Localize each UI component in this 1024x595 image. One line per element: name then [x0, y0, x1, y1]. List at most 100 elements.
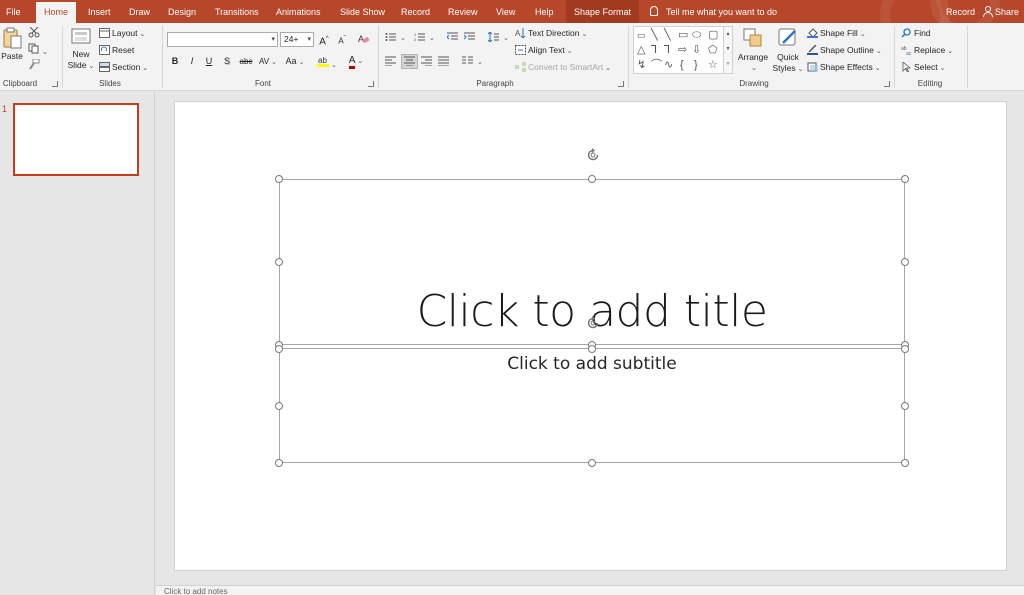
resize-handle[interactable] [901, 175, 909, 183]
record-button[interactable]: Record [946, 0, 975, 23]
numbering-button[interactable]: 1 2 ⌄ [414, 32, 435, 44]
tab-animations[interactable]: Animations [276, 0, 321, 23]
replace-button[interactable]: ab ac Replace ⌄ [901, 45, 953, 57]
align-text-button[interactable]: Align Text ⌄ [515, 45, 573, 57]
down-arrow-shape-icon[interactable]: ⇩ [692, 44, 701, 56]
tab-review[interactable]: Review [448, 0, 478, 23]
shape-effects-button[interactable]: Shape Effects ⌄ [807, 62, 881, 74]
resize-handle[interactable] [588, 175, 596, 183]
resize-handle[interactable] [588, 459, 596, 467]
resize-handle[interactable] [901, 258, 909, 266]
slide-canvas[interactable]: Click to add title Click to add subtitle [174, 101, 1007, 571]
paragraph-launcher-icon[interactable] [618, 81, 624, 87]
tell-me-search[interactable]: Tell me what you want to do [650, 0, 777, 23]
drawing-launcher-icon[interactable] [884, 81, 890, 87]
justify-button[interactable] [438, 56, 451, 67]
italic-button[interactable]: I [186, 55, 198, 68]
slide-thumbnail[interactable] [13, 103, 139, 176]
rotate-handle-icon[interactable] [585, 147, 601, 163]
right-brace-shape-icon[interactable]: } [694, 59, 698, 71]
increase-indent-button[interactable] [464, 32, 477, 43]
tab-record[interactable]: Record [401, 0, 430, 23]
share-button[interactable]: Share [983, 0, 1019, 23]
star-shape-icon[interactable]: ☆ [708, 59, 718, 71]
strikethrough-button[interactable]: abc [237, 55, 255, 68]
freeform-shape-icon[interactable]: ↯ [637, 59, 646, 71]
elbow-arrow-shape-icon[interactable]: ⅂ [664, 44, 670, 56]
align-right-button[interactable] [421, 56, 434, 67]
clipboard-launcher-icon[interactable] [52, 81, 58, 87]
resize-handle[interactable] [275, 402, 283, 410]
tab-view[interactable]: View [496, 0, 515, 23]
shape-outline-button[interactable]: Shape Outline ⌄ [807, 45, 882, 57]
line-spacing-button[interactable]: ⌄ [488, 32, 509, 44]
resize-handle[interactable] [901, 459, 909, 467]
decrease-indent-button[interactable] [447, 32, 460, 43]
tab-slide-show[interactable]: Slide Show [340, 0, 385, 23]
arrange-button[interactable]: Arrange ⌄ [737, 27, 769, 74]
tab-file[interactable]: File [6, 0, 21, 23]
oval-shape-icon[interactable]: ⬭ [692, 29, 701, 41]
resize-handle[interactable] [588, 345, 596, 353]
paste-button[interactable]: Paste [1, 27, 23, 62]
bullets-button[interactable]: ⌄ [385, 32, 406, 44]
resize-handle[interactable] [901, 345, 909, 353]
shrink-font-button[interactable]: Aˇ [336, 33, 348, 46]
shapes-gallery[interactable]: ▭ ╲ ╲ ▭ ⬭ ▢ △ ⅂ ⅂ ⇨ ⇩ ⬠ ↯ ⌒ ∿ { } ☆ ▴ ▾ ▿ [633, 26, 733, 74]
change-case-button[interactable]: Aa ⌄ [284, 55, 306, 68]
reset-button[interactable]: Reset [99, 45, 134, 56]
cut-button[interactable] [28, 26, 40, 41]
text-shadow-button[interactable]: S [221, 55, 233, 68]
resize-handle[interactable] [275, 345, 283, 353]
resize-handle[interactable] [275, 459, 283, 467]
arc-shape-icon[interactable]: ⌒ [651, 59, 662, 71]
font-name-combobox[interactable]: ▾ [167, 32, 278, 47]
curve-shape-icon[interactable]: ∿ [664, 59, 673, 71]
tab-shape-format[interactable]: Shape Format [566, 0, 640, 23]
rectangle-shape-icon[interactable]: ▭ [678, 29, 688, 41]
right-arrow-shape-icon[interactable]: ⇨ [678, 44, 687, 56]
resize-handle[interactable] [275, 175, 283, 183]
text-box-shape-icon[interactable]: ▭ [637, 29, 646, 41]
character-spacing-button[interactable]: AV ⌄ [258, 55, 278, 68]
left-brace-shape-icon[interactable]: { [680, 59, 684, 71]
rotate-handle-icon[interactable] [585, 315, 601, 331]
grow-font-button[interactable]: A^ [318, 33, 330, 47]
align-center-button[interactable] [401, 54, 418, 69]
tab-home[interactable]: Home [36, 0, 77, 23]
tab-insert[interactable]: Insert [88, 0, 111, 23]
tab-design[interactable]: Design [168, 0, 196, 23]
select-button[interactable]: Select ⌄ [901, 62, 946, 74]
triangle-shape-icon[interactable]: △ [637, 44, 645, 56]
new-slide-button[interactable]: New Slide ⌄ [67, 27, 95, 72]
pentagon-shape-icon[interactable]: ⬠ [708, 44, 718, 56]
find-button[interactable]: Find [901, 28, 931, 39]
format-painter-button[interactable] [28, 58, 40, 73]
diagonal-line-shape-icon[interactable]: ╲ [664, 29, 671, 41]
highlight-button[interactable]: ab ⌄ [317, 55, 337, 69]
shape-fill-button[interactable]: Shape Fill ⌄ [807, 28, 866, 40]
tab-help[interactable]: Help [535, 0, 554, 23]
convert-smartart-button[interactable]: Convert to SmartArt ⌄ [515, 62, 611, 74]
columns-button[interactable]: ⌄ [462, 56, 483, 68]
quick-styles-button[interactable]: Quick Styles ⌄ [772, 27, 804, 75]
tab-transitions[interactable]: Transitions [215, 0, 259, 23]
font-launcher-icon[interactable] [368, 81, 374, 87]
copy-button[interactable]: ⌄ [28, 43, 48, 58]
subtitle-placeholder-text[interactable]: Click to add subtitle [280, 353, 904, 375]
resize-handle[interactable] [275, 258, 283, 266]
subtitle-placeholder[interactable]: Click to add subtitle [279, 348, 905, 463]
tab-draw[interactable]: Draw [129, 0, 150, 23]
elbow-connector-shape-icon[interactable]: ⅂ [651, 44, 657, 56]
section-button[interactable]: Section ⌄ [99, 62, 148, 74]
bold-button[interactable]: B [169, 55, 181, 68]
line-shape-icon[interactable]: ╲ [651, 29, 658, 41]
text-direction-button[interactable]: A Text Direction ⌄ [515, 28, 587, 40]
gallery-scroll[interactable]: ▴ ▾ ▿ [723, 27, 732, 73]
resize-handle[interactable] [901, 402, 909, 410]
notes-pane[interactable]: Click to add notes [156, 585, 1024, 595]
underline-button[interactable]: U [203, 55, 215, 68]
layout-button[interactable]: Layout ⌄ [99, 28, 145, 40]
clear-formatting-button[interactable]: A [357, 33, 371, 46]
rounded-rectangle-shape-icon[interactable]: ▢ [708, 29, 718, 41]
